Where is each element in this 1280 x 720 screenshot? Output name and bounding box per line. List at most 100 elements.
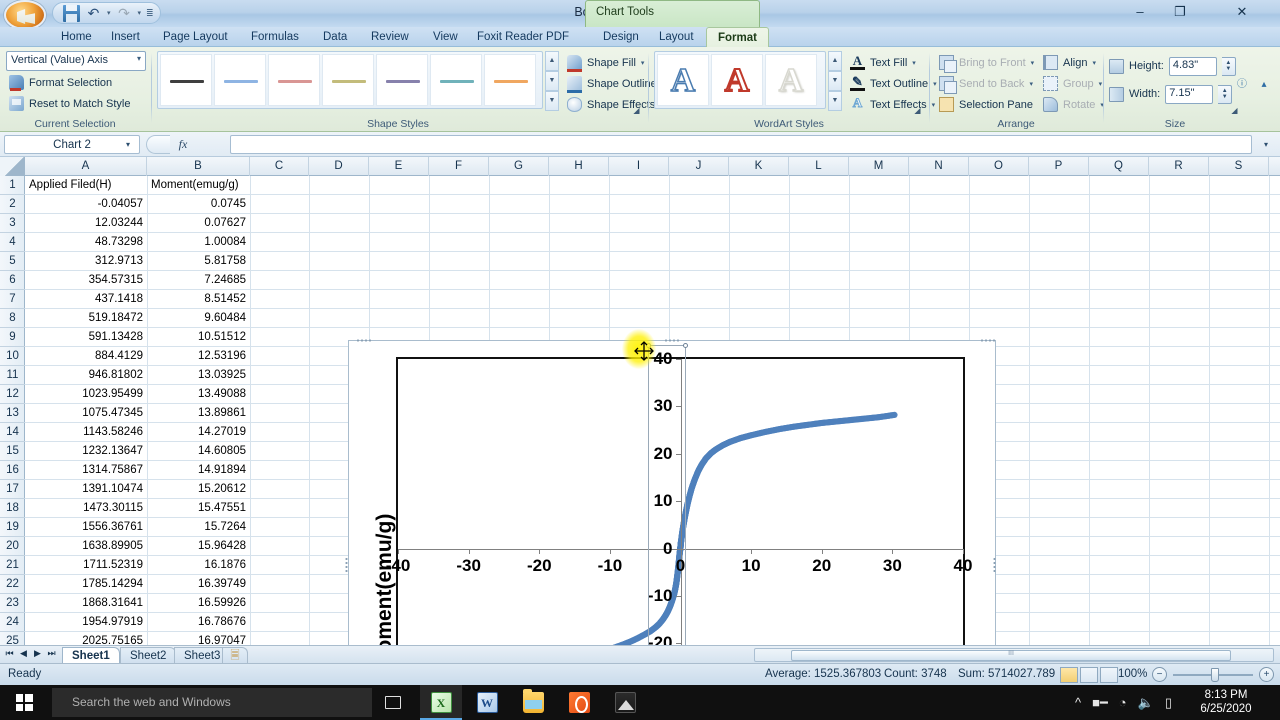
text-fill-dropdown-icon[interactable]: ▾ bbox=[912, 59, 916, 67]
expand-formula-bar-icon[interactable]: ▾ bbox=[1256, 135, 1276, 154]
row-header-23[interactable]: 23 bbox=[0, 594, 25, 613]
row-header-9[interactable]: 9 bbox=[0, 328, 25, 347]
row-header-18[interactable]: 18 bbox=[0, 499, 25, 518]
minimize-ribbon-icon[interactable]: ▴ bbox=[1256, 77, 1272, 93]
ribbon-tab-data[interactable]: Data bbox=[312, 27, 358, 47]
row-header-14[interactable]: 14 bbox=[0, 423, 25, 442]
row-header-12[interactable]: 12 bbox=[0, 385, 25, 404]
cell-A21[interactable]: 1711.52319 bbox=[25, 556, 147, 574]
format-selection-button[interactable]: Format Selection bbox=[6, 73, 115, 92]
row-header-11[interactable]: 11 bbox=[0, 366, 25, 385]
zoom-in-button[interactable]: + bbox=[1259, 667, 1274, 682]
cell-A12[interactable]: 1023.95499 bbox=[25, 385, 147, 403]
shape-styles-gallery[interactable] bbox=[157, 51, 543, 109]
column-header-P[interactable]: P bbox=[1029, 157, 1089, 176]
column-header-I[interactable]: I bbox=[609, 157, 669, 176]
cell-B18[interactable]: 15.47551 bbox=[147, 499, 250, 517]
column-header-K[interactable]: K bbox=[729, 157, 789, 176]
cell-A1[interactable]: Applied Filed(H) bbox=[25, 176, 147, 194]
row-header-8[interactable]: 8 bbox=[0, 309, 25, 328]
ribbon-tab-layout[interactable]: Layout bbox=[648, 27, 705, 47]
row-header-24[interactable]: 24 bbox=[0, 613, 25, 632]
shape-style-swatch-5[interactable] bbox=[376, 54, 428, 106]
row-header-25[interactable]: 25 bbox=[0, 632, 25, 645]
row-header-2[interactable]: 2 bbox=[0, 195, 25, 214]
row-header-16[interactable]: 16 bbox=[0, 461, 25, 480]
wordart-style-sample-3[interactable]: A bbox=[765, 54, 817, 106]
cell-B21[interactable]: 16.1876 bbox=[147, 556, 250, 574]
maximize-button[interactable]: ❐ bbox=[1160, 0, 1200, 24]
cell-A7[interactable]: 437.1418 bbox=[25, 290, 147, 308]
task-view-icon[interactable] bbox=[372, 685, 414, 720]
sheet-tab-sheet1[interactable]: Sheet1 bbox=[62, 647, 120, 664]
size-dialog-launcher[interactable]: ◢ bbox=[1229, 105, 1240, 116]
cell-B8[interactable]: 9.60484 bbox=[147, 309, 250, 327]
sheet-tab-sheet2[interactable]: Sheet2 bbox=[120, 647, 177, 664]
cell-B7[interactable]: 8.51452 bbox=[147, 290, 250, 308]
column-header-E[interactable]: E bbox=[369, 157, 429, 176]
cell-A14[interactable]: 1143.58246 bbox=[25, 423, 147, 441]
cell-A16[interactable]: 1314.75867 bbox=[25, 461, 147, 479]
ribbon-tab-view[interactable]: View bbox=[422, 27, 469, 47]
group-dropdown-icon[interactable]: ▾ bbox=[1099, 80, 1103, 88]
align-button[interactable]: Align ▾ bbox=[1039, 52, 1100, 73]
height-stepper[interactable]: ▲ ▼ bbox=[1221, 56, 1236, 76]
rotate-button[interactable]: Rotate ▾ bbox=[1039, 94, 1108, 115]
save-icon[interactable] bbox=[63, 4, 80, 22]
cell-B4[interactable]: 1.00084 bbox=[147, 233, 250, 251]
redo-dropdown-icon[interactable]: ▾ bbox=[138, 9, 142, 17]
cell-B24[interactable]: 16.78676 bbox=[147, 613, 250, 631]
cell-B14[interactable]: 14.27019 bbox=[147, 423, 250, 441]
row-header-7[interactable]: 7 bbox=[0, 290, 25, 309]
column-header-N[interactable]: N bbox=[909, 157, 969, 176]
prev-sheet-icon[interactable]: ◀ bbox=[17, 648, 30, 659]
column-header-G[interactable]: G bbox=[489, 157, 549, 176]
row-header-5[interactable]: 5 bbox=[0, 252, 25, 271]
row-header-6[interactable]: 6 bbox=[0, 271, 25, 290]
shape-fill-dropdown-icon[interactable]: ▾ bbox=[641, 59, 645, 67]
next-sheet-icon[interactable]: ▶ bbox=[31, 648, 44, 659]
cell-A6[interactable]: 354.57315 bbox=[25, 271, 147, 289]
action-center-icon[interactable]: ▯ bbox=[1165, 695, 1172, 711]
taskbar-search-input[interactable]: Search the web and Windows bbox=[52, 688, 372, 717]
wordart-scroll-up-icon[interactable]: ▲ bbox=[828, 51, 842, 71]
text-effects-button[interactable]: A Text Effects ▾ bbox=[846, 94, 939, 115]
cell-B19[interactable]: 15.7264 bbox=[147, 518, 250, 536]
wordart-style-sample-2[interactable]: A bbox=[711, 54, 763, 106]
column-header-L[interactable]: L bbox=[789, 157, 849, 176]
cell-B16[interactable]: 14.91894 bbox=[147, 461, 250, 479]
photos-icon[interactable] bbox=[604, 685, 646, 720]
last-sheet-icon[interactable]: ⏭ bbox=[45, 648, 58, 659]
cell-A13[interactable]: 1075.47345 bbox=[25, 404, 147, 422]
row-header-3[interactable]: 3 bbox=[0, 214, 25, 233]
cell-A25[interactable]: 2025.75165 bbox=[25, 632, 147, 645]
cell-A22[interactable]: 1785.14294 bbox=[25, 575, 147, 593]
group-button[interactable]: Group ▾ bbox=[1039, 73, 1106, 94]
cell-B22[interactable]: 16.39749 bbox=[147, 575, 250, 593]
cell-B20[interactable]: 15.96428 bbox=[147, 537, 250, 555]
zoom-out-button[interactable]: − bbox=[1152, 667, 1167, 682]
customize-qat-icon[interactable]: ≣ bbox=[146, 8, 154, 19]
cell-B13[interactable]: 13.89861 bbox=[147, 404, 250, 422]
page-layout-view-icon[interactable] bbox=[1080, 667, 1098, 683]
excel-icon[interactable]: X bbox=[420, 685, 462, 720]
column-header-J[interactable]: J bbox=[669, 157, 729, 176]
cell-B2[interactable]: 0.0745 bbox=[147, 195, 250, 213]
row-header-15[interactable]: 15 bbox=[0, 442, 25, 461]
cell-A9[interactable]: 591.13428 bbox=[25, 328, 147, 346]
width-input[interactable]: 7.15" bbox=[1165, 84, 1214, 104]
reset-to-match-style-button[interactable]: Reset to Match Style bbox=[6, 94, 134, 113]
close-button[interactable]: ✕ bbox=[1212, 0, 1272, 24]
word-icon[interactable]: W bbox=[466, 685, 508, 720]
ribbon-tab-formulas[interactable]: Formulas bbox=[240, 27, 310, 47]
cell-B25[interactable]: 16.97047 bbox=[147, 632, 250, 645]
row-header-21[interactable]: 21 bbox=[0, 556, 25, 575]
cell-A2[interactable]: -0.04057 bbox=[25, 195, 147, 213]
redo-icon[interactable]: ↷ bbox=[116, 5, 133, 22]
chart-handle-middle-right-dots[interactable] bbox=[992, 557, 997, 573]
cell-A8[interactable]: 519.18472 bbox=[25, 309, 147, 327]
shape-gallery-scroll-up-icon[interactable]: ▲ bbox=[545, 51, 559, 71]
ribbon-tab-design[interactable]: Design bbox=[592, 27, 650, 47]
y-axis-title[interactable]: Moment(emu/g) bbox=[373, 514, 397, 645]
cell-B23[interactable]: 16.59926 bbox=[147, 594, 250, 612]
